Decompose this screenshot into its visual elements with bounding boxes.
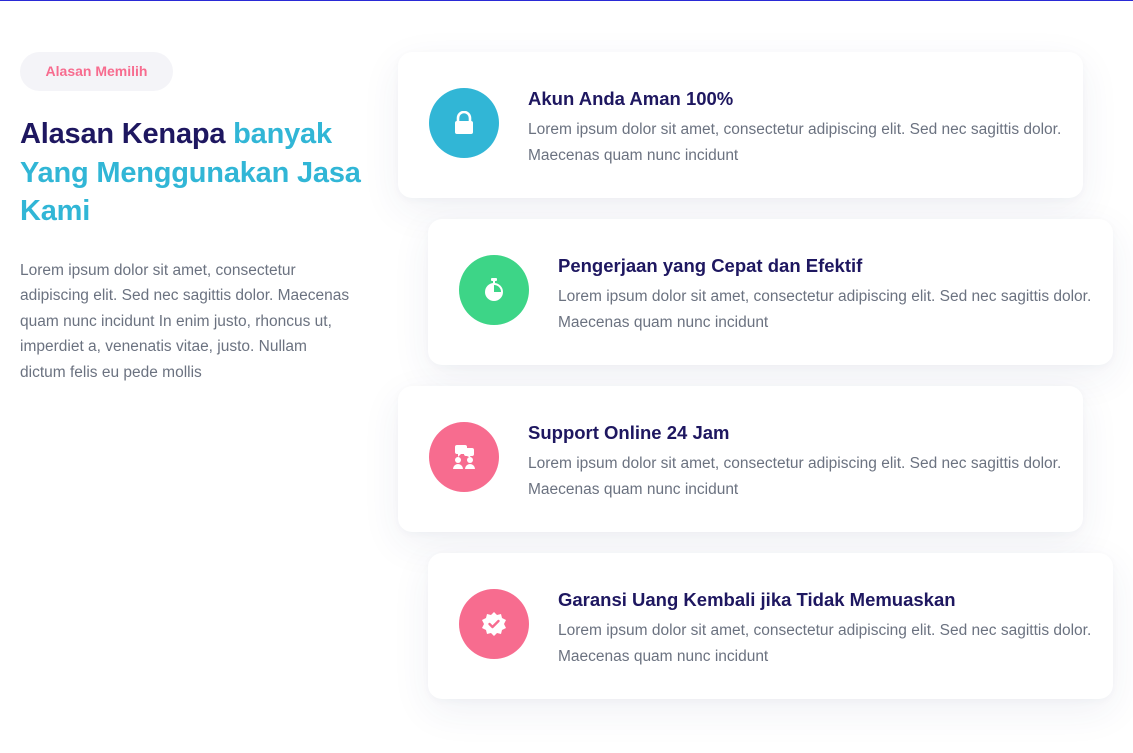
feature-title: Pengerjaan yang Cepat dan Efektif: [558, 255, 863, 276]
intro-section: Alasan Memilih Alasan Kenapa banyak Yang…: [20, 52, 365, 385]
feature-title: Support Online 24 Jam: [528, 422, 730, 443]
feature-text: Lorem ipsum dolor sit amet, consectetur …: [558, 622, 1092, 665]
badge-check-icon: [459, 589, 529, 659]
lock-icon: [429, 88, 499, 158]
feature-card-online-support: Support Online 24 Jam Lorem ipsum dolor …: [398, 386, 1083, 532]
support-chat-icon: [429, 422, 499, 492]
feature-title: Akun Anda Aman 100%: [528, 88, 734, 109]
feature-title: Garansi Uang Kembali jika Tidak Memuaska…: [558, 589, 956, 610]
top-border-line: [0, 0, 1133, 1]
stopwatch-icon: [459, 255, 529, 325]
feature-card-fast-work: Pengerjaan yang Cepat dan Efektif Lorem …: [428, 219, 1113, 365]
feature-text: Lorem ipsum dolor sit amet, consectetur …: [528, 455, 1062, 498]
section-badge: Alasan Memilih: [20, 52, 173, 91]
section-heading: Alasan Kenapa banyak Yang Menggunakan Ja…: [20, 115, 365, 231]
feature-card-secure-account: Akun Anda Aman 100% Lorem ipsum dolor si…: [398, 52, 1083, 198]
section-description: Lorem ipsum dolor sit amet, consectetur …: [20, 261, 350, 381]
heading-primary-text: Alasan Kenapa: [20, 118, 234, 150]
feature-text: Lorem ipsum dolor sit amet, consectetur …: [528, 121, 1062, 164]
feature-card-money-back: Garansi Uang Kembali jika Tidak Memuaska…: [428, 553, 1113, 699]
feature-text: Lorem ipsum dolor sit amet, consectetur …: [558, 288, 1092, 331]
